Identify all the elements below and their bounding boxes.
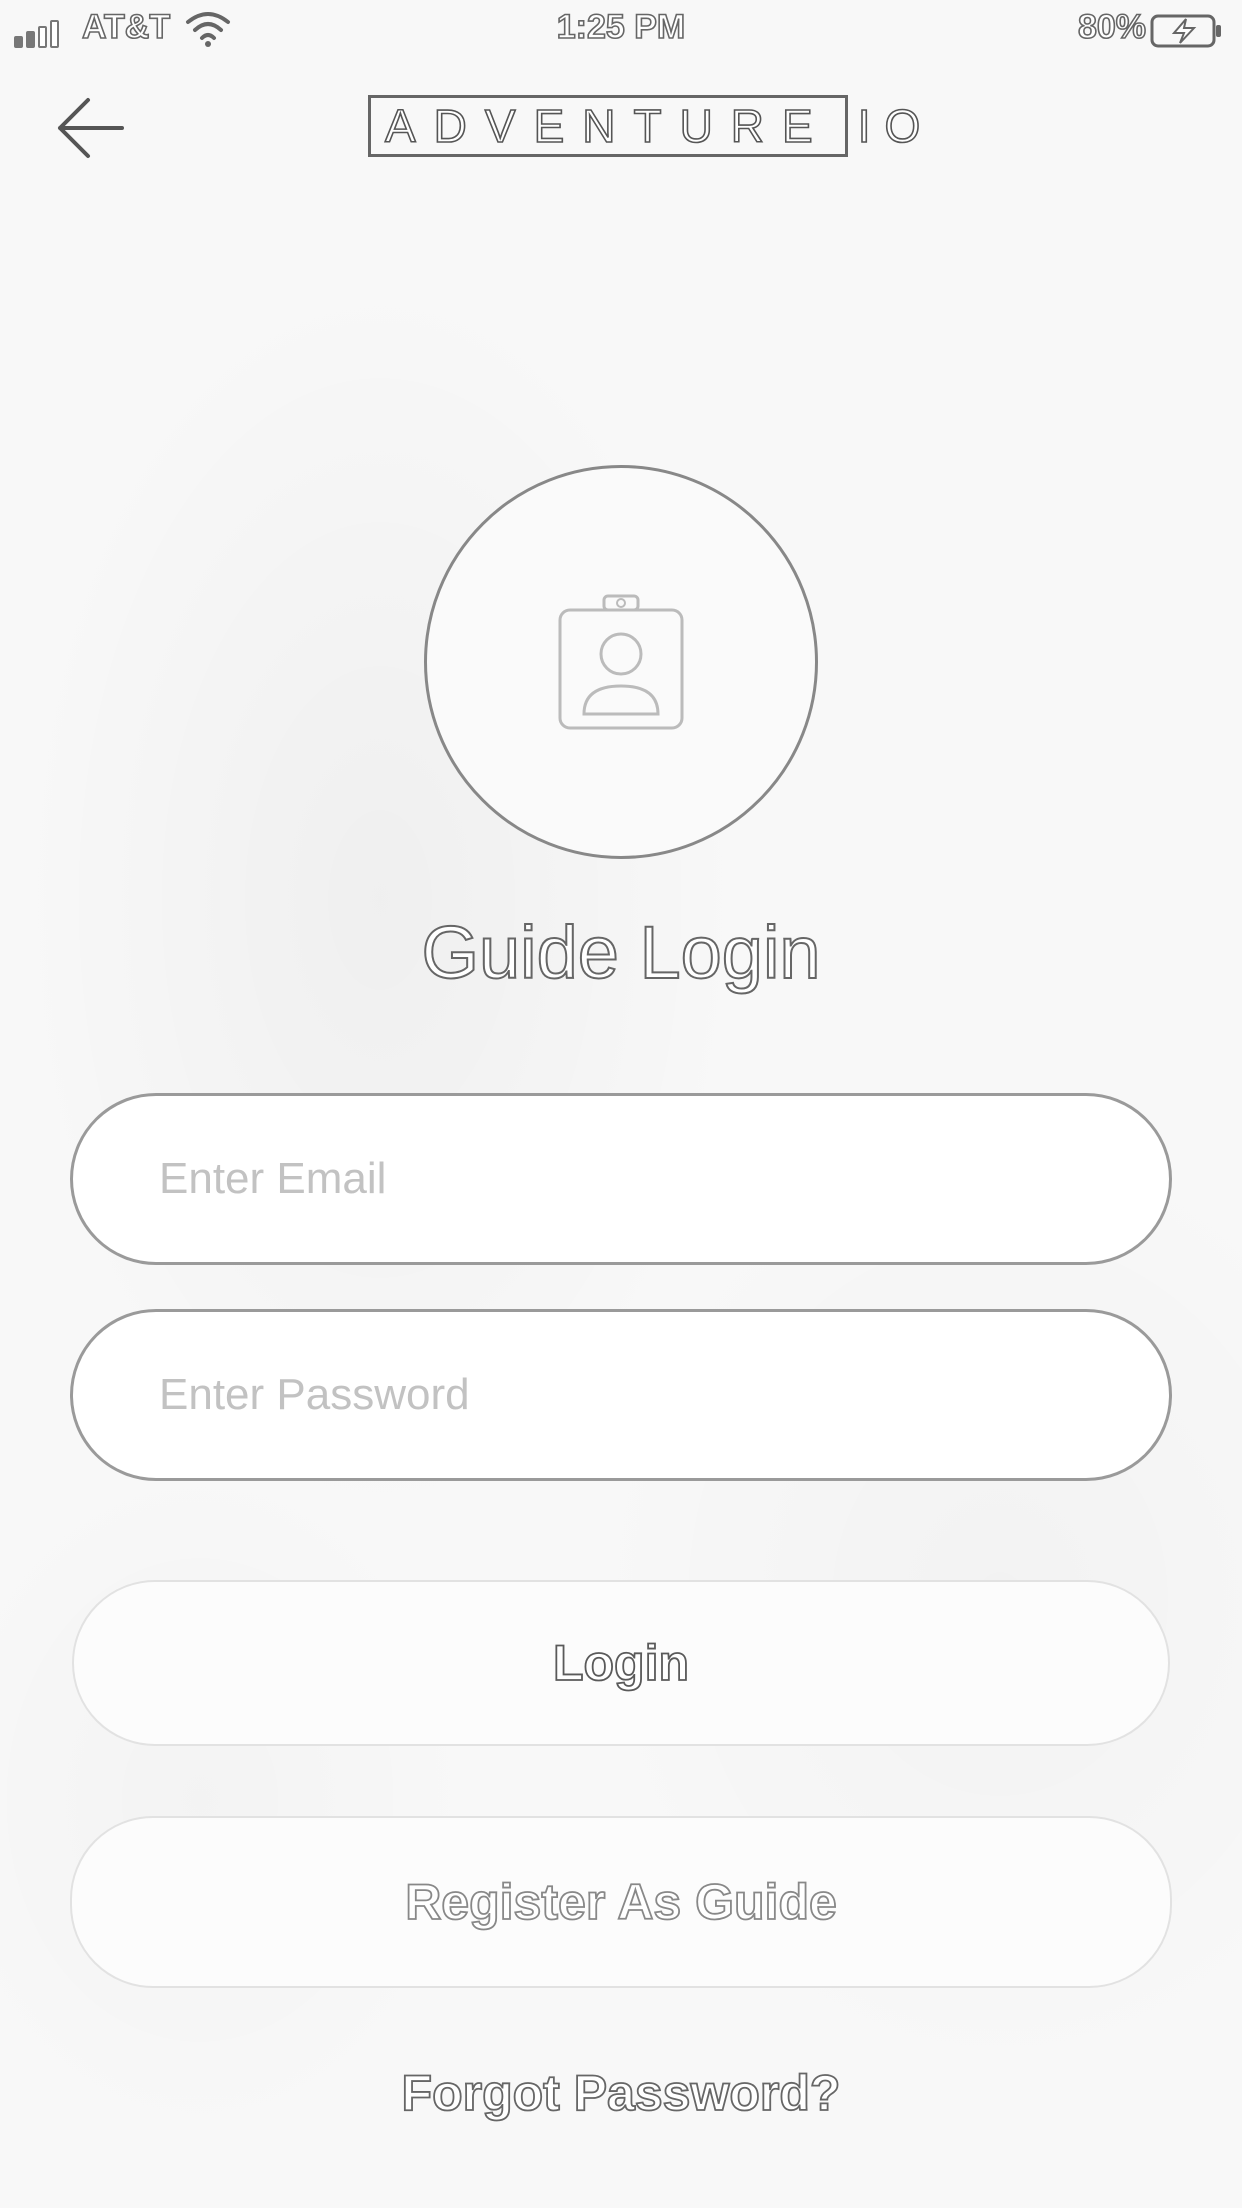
register-button[interactable]: Register As Guide [70,1816,1172,1988]
logo-main: ADVENTURE [368,95,848,157]
arrow-left-icon [58,98,124,158]
email-input[interactable] [73,1153,1169,1205]
forgot-password-link[interactable]: Forgot Password? [0,2064,1242,2122]
avatar[interactable] [424,465,818,859]
email-field[interactable] [70,1093,1172,1265]
page-title: Guide Login [420,910,821,995]
battery-charging-icon [1150,14,1221,48]
contact-badge-icon [558,594,684,730]
battery-percent: 80% [1077,7,1147,47]
password-input[interactable] [73,1369,1169,1421]
status-time: 1:25 PM [556,7,686,47]
login-button[interactable]: Login [72,1580,1170,1746]
password-field[interactable] [70,1309,1172,1481]
back-button[interactable] [52,92,128,164]
logo-suffix: IO [857,99,935,153]
status-bar: AT&T 1:25 PM 80% [0,0,1242,60]
app-logo: ADVENTURE IO [368,94,934,158]
